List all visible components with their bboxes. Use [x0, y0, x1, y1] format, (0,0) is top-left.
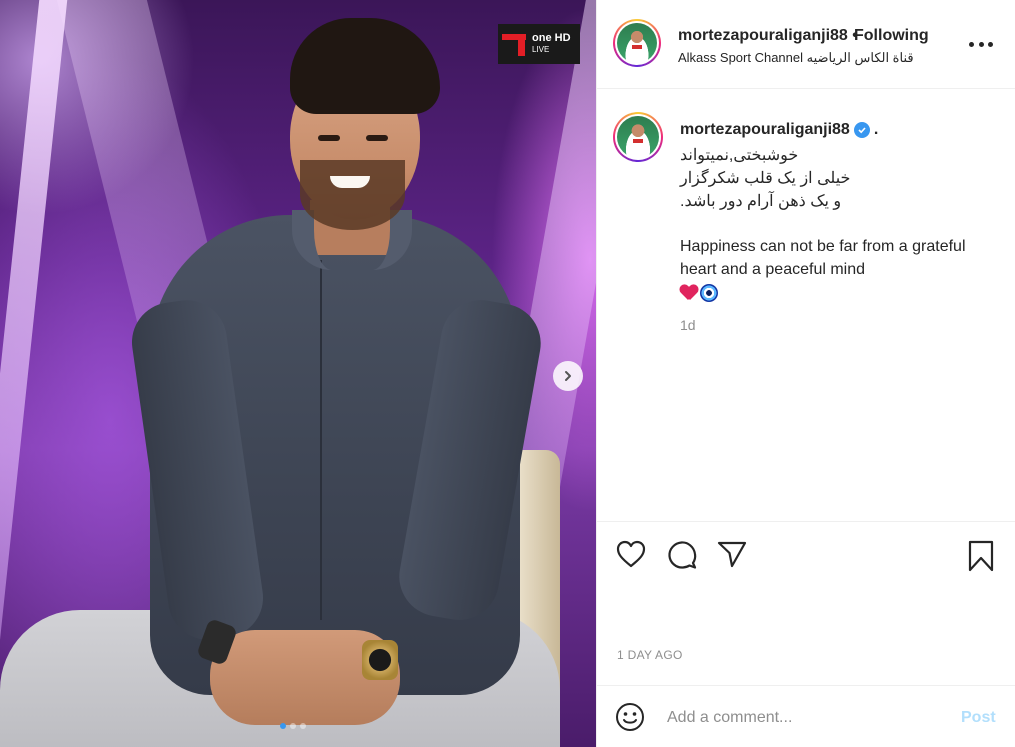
bookmark-icon	[968, 540, 994, 572]
caption-avatar[interactable]	[613, 112, 663, 162]
caption-emojis	[680, 281, 1000, 304]
verified-badge-icon	[853, 122, 870, 138]
post-date: 1 DAY AGO	[617, 648, 683, 662]
channel-logo: one HD LIVE	[498, 24, 580, 64]
wristwatch	[362, 640, 398, 680]
smiley-face-icon	[616, 703, 644, 731]
header-username-link[interactable]: mortezapouraliganji88	[678, 27, 848, 45]
more-horizontal-icon	[969, 41, 974, 47]
location-link[interactable]: Alkass Sport Channel قناة الكاس الرياضيه	[678, 50, 914, 66]
carousel-dot	[280, 723, 286, 729]
post-caption: mortezapouraliganji88 . خوشبختی,نمیتواند…	[597, 89, 1015, 521]
chevron-right-icon	[565, 371, 571, 381]
post-comment-button[interactable]: Post	[961, 709, 996, 727]
avatar[interactable]	[613, 19, 661, 67]
caption-line: Happiness can not be far from a grateful…	[680, 238, 966, 278]
emoji-picker-button[interactable]	[615, 702, 645, 737]
carousel-indicator	[280, 723, 306, 729]
caption-line: خوشبختی,نمیتواند	[680, 147, 799, 164]
caption-trailing-dot: .	[873, 121, 879, 138]
seated-man	[0, 0, 596, 747]
post-actions	[597, 521, 1015, 591]
like-button[interactable]	[616, 540, 646, 573]
channel-logo-mark-icon	[502, 30, 528, 58]
comment-input[interactable]	[667, 706, 937, 730]
paper-plane-icon	[717, 541, 747, 568]
save-button[interactable]	[967, 540, 995, 577]
comment-button[interactable]	[667, 540, 697, 575]
red-heart-icon	[680, 285, 698, 301]
post-sidebar: mortezapouraliganji88 • Following Alkass…	[596, 0, 1015, 747]
post-header: mortezapouraliganji88 • Following Alkass…	[597, 0, 1015, 89]
caption-line: خیلی از یک قلب شکرگزار	[680, 170, 851, 187]
comment-icon	[668, 541, 697, 569]
following-button[interactable]: Following	[854, 27, 929, 45]
caption-username-link[interactable]: mortezapouraliganji88	[680, 121, 850, 139]
share-button[interactable]	[717, 540, 747, 573]
caption-line: و یک ذهن آرام دور باشد.	[680, 193, 842, 210]
caption-timestamp[interactable]: 1d	[680, 317, 696, 333]
carousel-next-button[interactable]	[553, 361, 583, 391]
heart-icon	[616, 540, 646, 568]
carousel-dot	[290, 723, 296, 729]
post-photo[interactable]: one HD LIVE	[0, 0, 596, 747]
comment-form: Post	[597, 685, 1015, 747]
carousel-dot	[300, 723, 306, 729]
nazar-amulet-icon	[700, 283, 718, 302]
caption-text: خوشبختی,نمیتواند خیلی از یک قلب شکرگزار …	[680, 144, 1000, 304]
more-options-button[interactable]	[969, 36, 993, 52]
